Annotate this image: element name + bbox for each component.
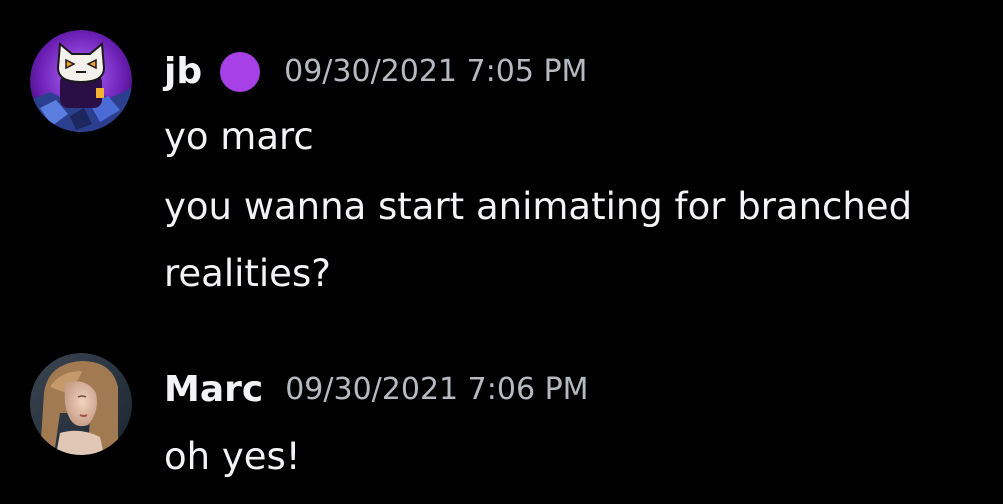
purple-cat-character-avatar-icon [30,30,132,132]
message-marc: Marc 09/30/2021 7:06 PM oh yes! [0,340,1003,504]
message-line: you wanna start animating for branched [164,185,913,228]
message-line: yo marc [164,115,314,158]
message-header-marc: Marc 09/30/2021 7:06 PM [164,368,589,412]
timestamp: 09/30/2021 7:06 PM [285,372,589,407]
username[interactable]: jb [164,54,202,90]
message-line: oh yes! [164,435,301,478]
purple-circle-icon [220,52,261,92]
message-jb: jb 09/30/2021 7:05 PM yo marc you wanna … [0,0,1003,310]
message-line: realities? [164,252,331,295]
username[interactable]: Marc [164,372,263,408]
portrait-photo-avatar-icon [30,353,132,455]
timestamp: 09/30/2021 7:05 PM [284,54,588,89]
message-header-jb: jb 09/30/2021 7:05 PM [164,50,587,94]
avatar-jb[interactable] [30,30,132,132]
avatar-marc[interactable] [30,353,132,455]
